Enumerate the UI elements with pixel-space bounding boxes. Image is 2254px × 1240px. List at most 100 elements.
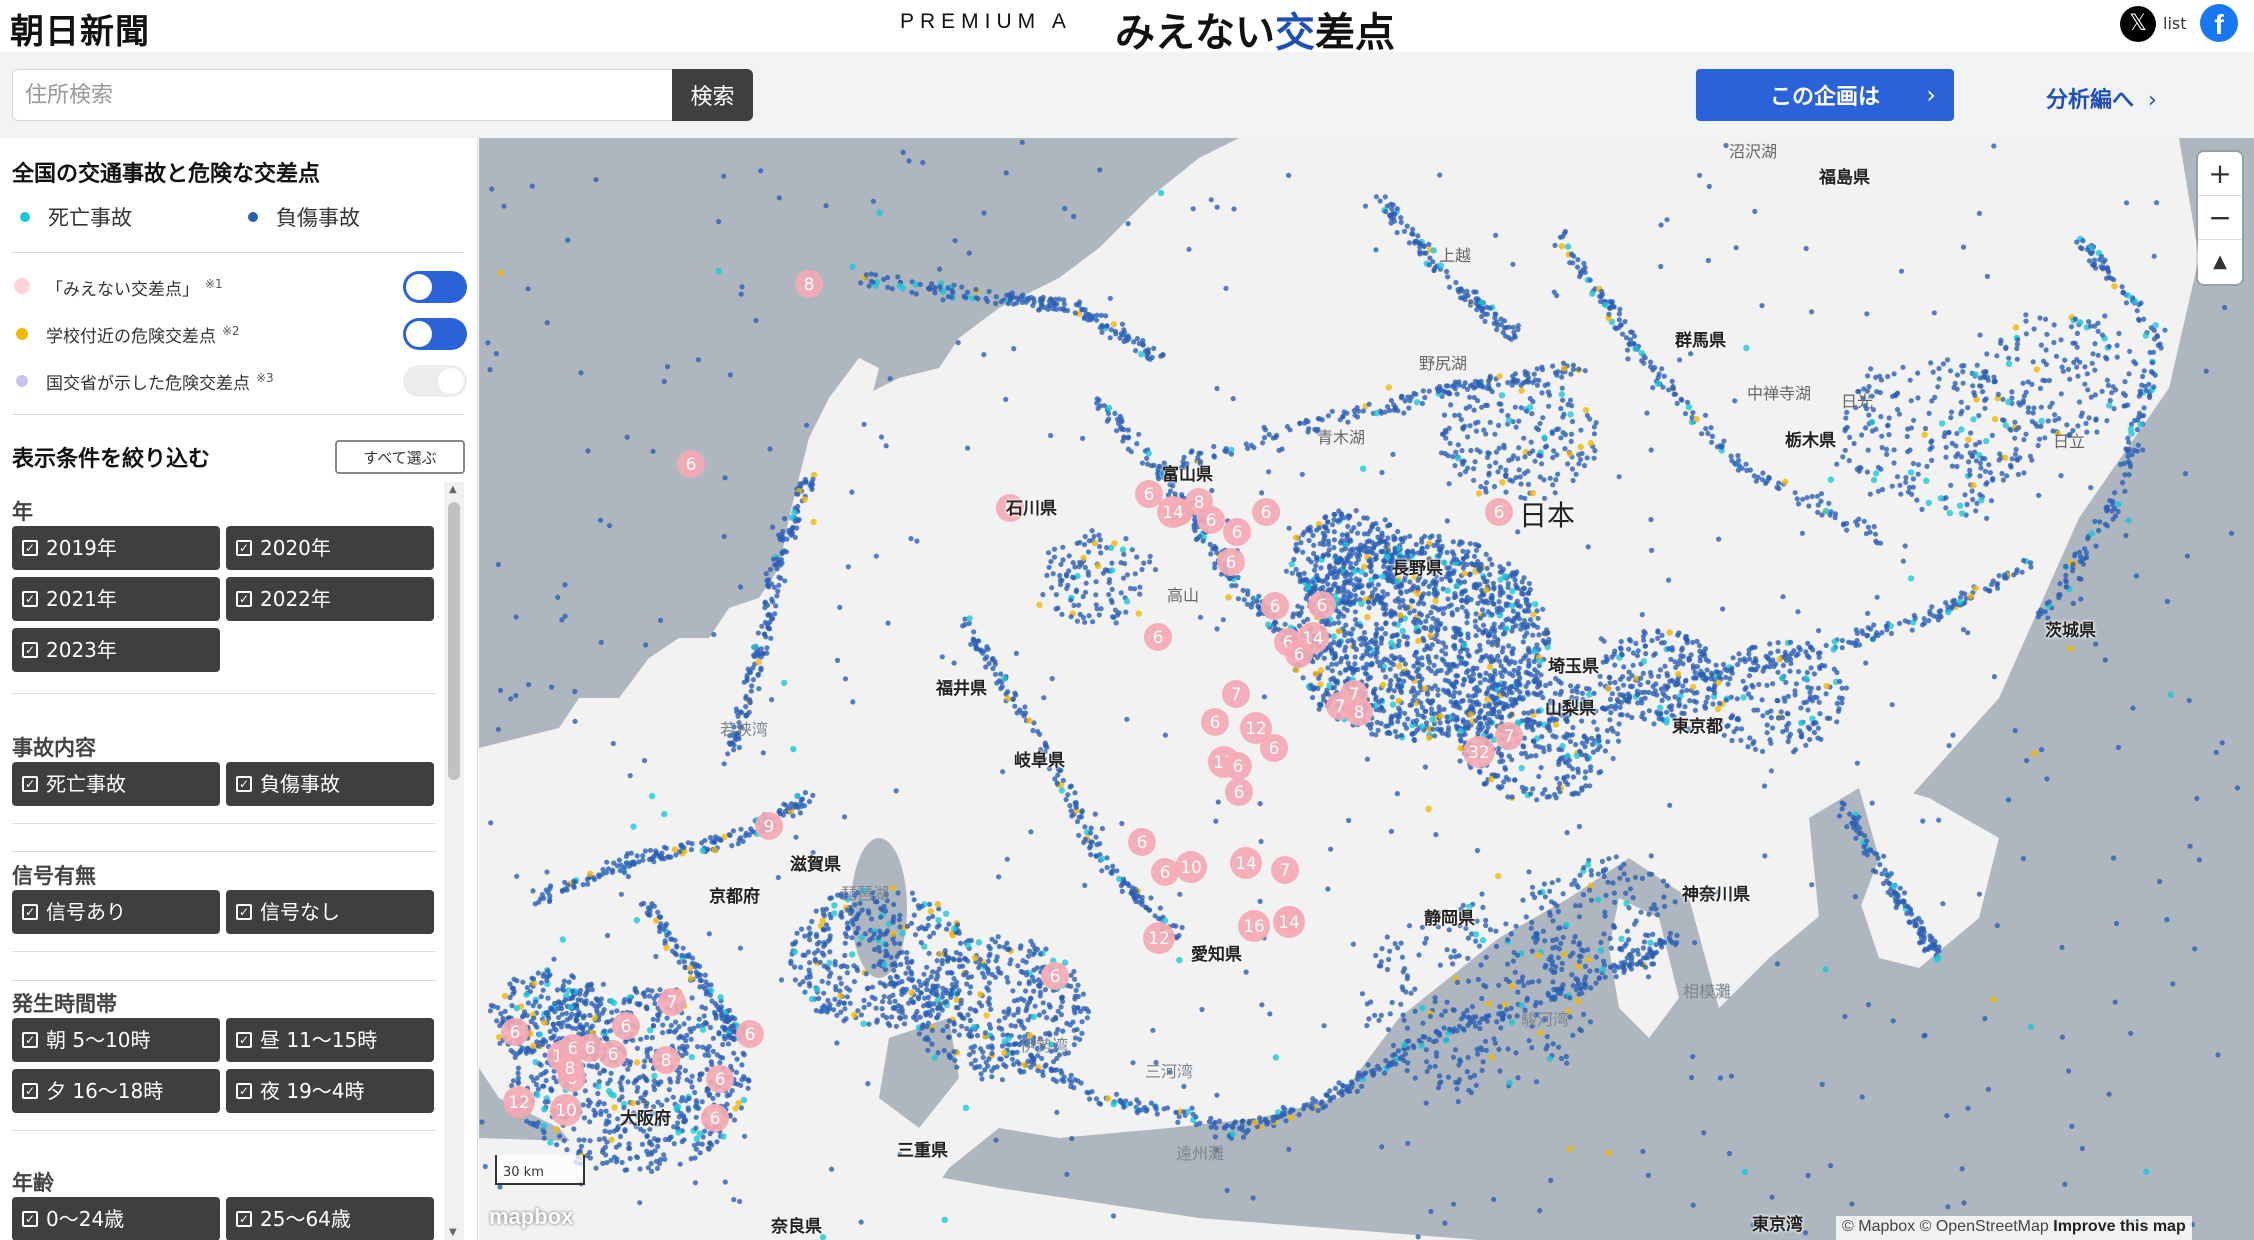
accident-dot <box>1445 596 1451 602</box>
accident-dot <box>917 1014 923 1020</box>
chip-injury[interactable]: ✓ 負傷事故 <box>226 762 434 806</box>
address-search-input[interactable] <box>12 69 674 121</box>
accident-dot <box>658 1156 664 1163</box>
scroll-down-icon[interactable]: ▼ <box>449 1227 457 1238</box>
select-all-button[interactable]: すべて選ぶ <box>335 440 465 474</box>
accident-dot <box>681 1021 687 1027</box>
accident-dot <box>1465 978 1472 984</box>
accident-dot <box>531 1015 537 1021</box>
search-button[interactable]: 検索 <box>672 69 753 121</box>
accident-dot <box>935 917 942 924</box>
accident-dot <box>1501 779 1507 785</box>
map-canvas[interactable]: 8666781466666661466778326676136126610147… <box>479 138 2254 1240</box>
accident-dot <box>1445 1074 1451 1080</box>
accident-dot <box>1840 454 1846 460</box>
accident-dot <box>1372 586 1378 592</box>
accident-dot <box>673 1105 680 1112</box>
accident-dot <box>989 1074 995 1080</box>
chip-signal-yes[interactable]: ✓ 信号あり <box>12 890 220 934</box>
accident-dot <box>1385 687 1392 694</box>
accident-dot <box>1505 937 1511 943</box>
accident-dot <box>1969 488 1975 494</box>
accident-dot <box>1004 974 1010 981</box>
accident-dot <box>1450 454 1456 460</box>
chip-time-night[interactable]: ✓ 夜 19〜4時 <box>226 1069 434 1113</box>
accident-dot <box>1983 481 1989 487</box>
accident-dot <box>1496 982 1502 988</box>
accident-dot <box>2058 391 2064 397</box>
accident-dot <box>570 988 576 994</box>
asahi-logo[interactable]: 朝日新聞 <box>10 4 150 53</box>
chip-time-evening[interactable]: ✓ 夕 16〜18時 <box>12 1069 220 1113</box>
toggle-mlit-intersections[interactable] <box>403 365 467 397</box>
chip-year-2021[interactable]: ✓ 2021年 <box>12 577 220 621</box>
accident-dot <box>2013 446 2019 453</box>
accident-dot <box>1522 470 1528 476</box>
chip-time-noon[interactable]: ✓ 昼 11〜15時 <box>226 1018 434 1062</box>
accident-dot <box>1968 430 1974 436</box>
accident-dot <box>1585 947 1591 953</box>
accident-dot <box>842 1006 848 1012</box>
chip-age-25-64[interactable]: ✓ 25〜64歳 <box>226 1197 434 1240</box>
chip-time-morning[interactable]: ✓ 朝 5〜10時 <box>12 1018 220 1062</box>
sidebar-scrollbar[interactable]: ▲ ▼ <box>444 482 464 1240</box>
accident-dot <box>1476 943 1483 949</box>
chip-age-0-24[interactable]: ✓ 0〜24歳 <box>12 1197 220 1240</box>
accident-dot <box>1474 649 1480 655</box>
x-logo-icon[interactable]: 𝕏 <box>2120 6 2156 42</box>
accident-dot <box>1453 449 1459 455</box>
accident-map[interactable]: 8666781466666661466778326676136126610147… <box>479 138 2254 1240</box>
accident-dot <box>605 1080 611 1087</box>
accident-dot <box>977 1064 983 1070</box>
accident-dot <box>1553 734 1559 740</box>
accident-dot <box>1023 1008 1029 1014</box>
accident-dot <box>1568 438 1574 444</box>
chip-year-2022[interactable]: ✓ 2022年 <box>226 577 434 621</box>
accident-dot <box>1621 871 1627 877</box>
accident-dot <box>1320 693 1326 699</box>
about-project-button[interactable]: この企画は › <box>1696 69 1954 121</box>
accident-dot <box>1009 1056 1016 1062</box>
accident-dot <box>655 1137 661 1143</box>
accident-dot <box>1988 498 1995 504</box>
toggle-school-intersections[interactable] <box>403 318 467 350</box>
accident-dot <box>966 1052 973 1058</box>
accident-dot <box>671 1029 678 1035</box>
accident-dot <box>1645 679 1651 685</box>
chip-fatal[interactable]: ✓ 死亡事故 <box>12 762 220 806</box>
accident-dot <box>837 975 843 981</box>
accident-dot <box>919 1025 925 1031</box>
accident-dot <box>1688 652 1694 658</box>
chip-year-2019[interactable]: ✓ 2019年 <box>12 526 220 570</box>
accident-dot <box>869 984 876 990</box>
toggle-invisible-intersections[interactable] <box>403 271 467 303</box>
scrollbar-thumb[interactable] <box>448 502 460 780</box>
accident-dot <box>609 1009 615 1015</box>
accident-dot <box>1404 605 1411 611</box>
accident-dot <box>2023 389 2029 395</box>
accident-dot <box>891 914 897 920</box>
chip-year-2020[interactable]: ✓ 2020年 <box>226 526 434 570</box>
chip-year-2023[interactable]: ✓ 2023年 <box>12 628 220 672</box>
accident-dot <box>1648 906 1654 912</box>
accident-dot <box>1461 676 1467 682</box>
accident-dot <box>1344 607 1350 613</box>
accident-dot <box>1587 439 1595 447</box>
accident-dot <box>1006 946 1012 952</box>
scroll-up-icon[interactable]: ▲ <box>449 484 457 495</box>
share-list-link[interactable]: list <box>2163 14 2187 33</box>
accident-dot <box>1886 432 1892 438</box>
accident-dot <box>2095 352 2101 358</box>
accident-dot <box>1536 658 1544 665</box>
accident-dot <box>1492 431 1498 437</box>
analysis-link[interactable]: 分析編へ › <box>2046 82 2157 114</box>
accident-dot <box>557 1133 563 1139</box>
premium-logo[interactable]: PREMIUM A <box>900 10 1072 34</box>
facebook-icon[interactable]: f <box>2200 4 2238 42</box>
accident-dot <box>1675 661 1681 667</box>
accident-dot <box>639 1141 645 1147</box>
accident-dot <box>1500 691 1506 697</box>
chip-signal-no[interactable]: ✓ 信号なし <box>226 890 434 934</box>
layer-school-intersections: 学校付近の危険交差点 ※2 <box>12 316 467 350</box>
accident-dot <box>1570 983 1576 989</box>
